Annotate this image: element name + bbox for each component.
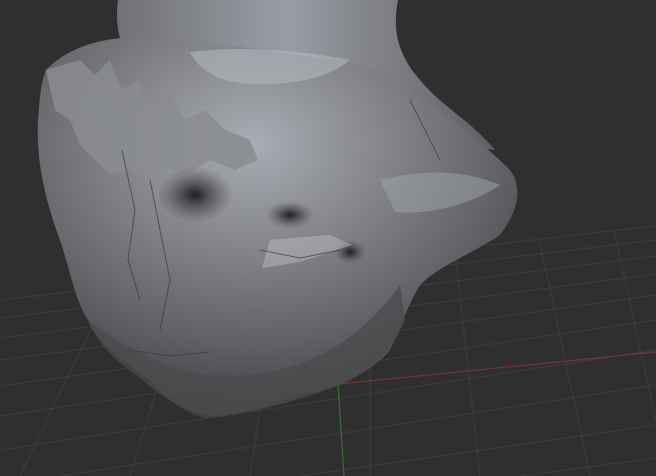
viewport-canvas[interactable] bbox=[0, 0, 656, 476]
3d-viewport[interactable] bbox=[0, 0, 656, 476]
mesh-cavity-upper bbox=[157, 167, 233, 223]
mesh-cavity-middle bbox=[266, 201, 314, 229]
